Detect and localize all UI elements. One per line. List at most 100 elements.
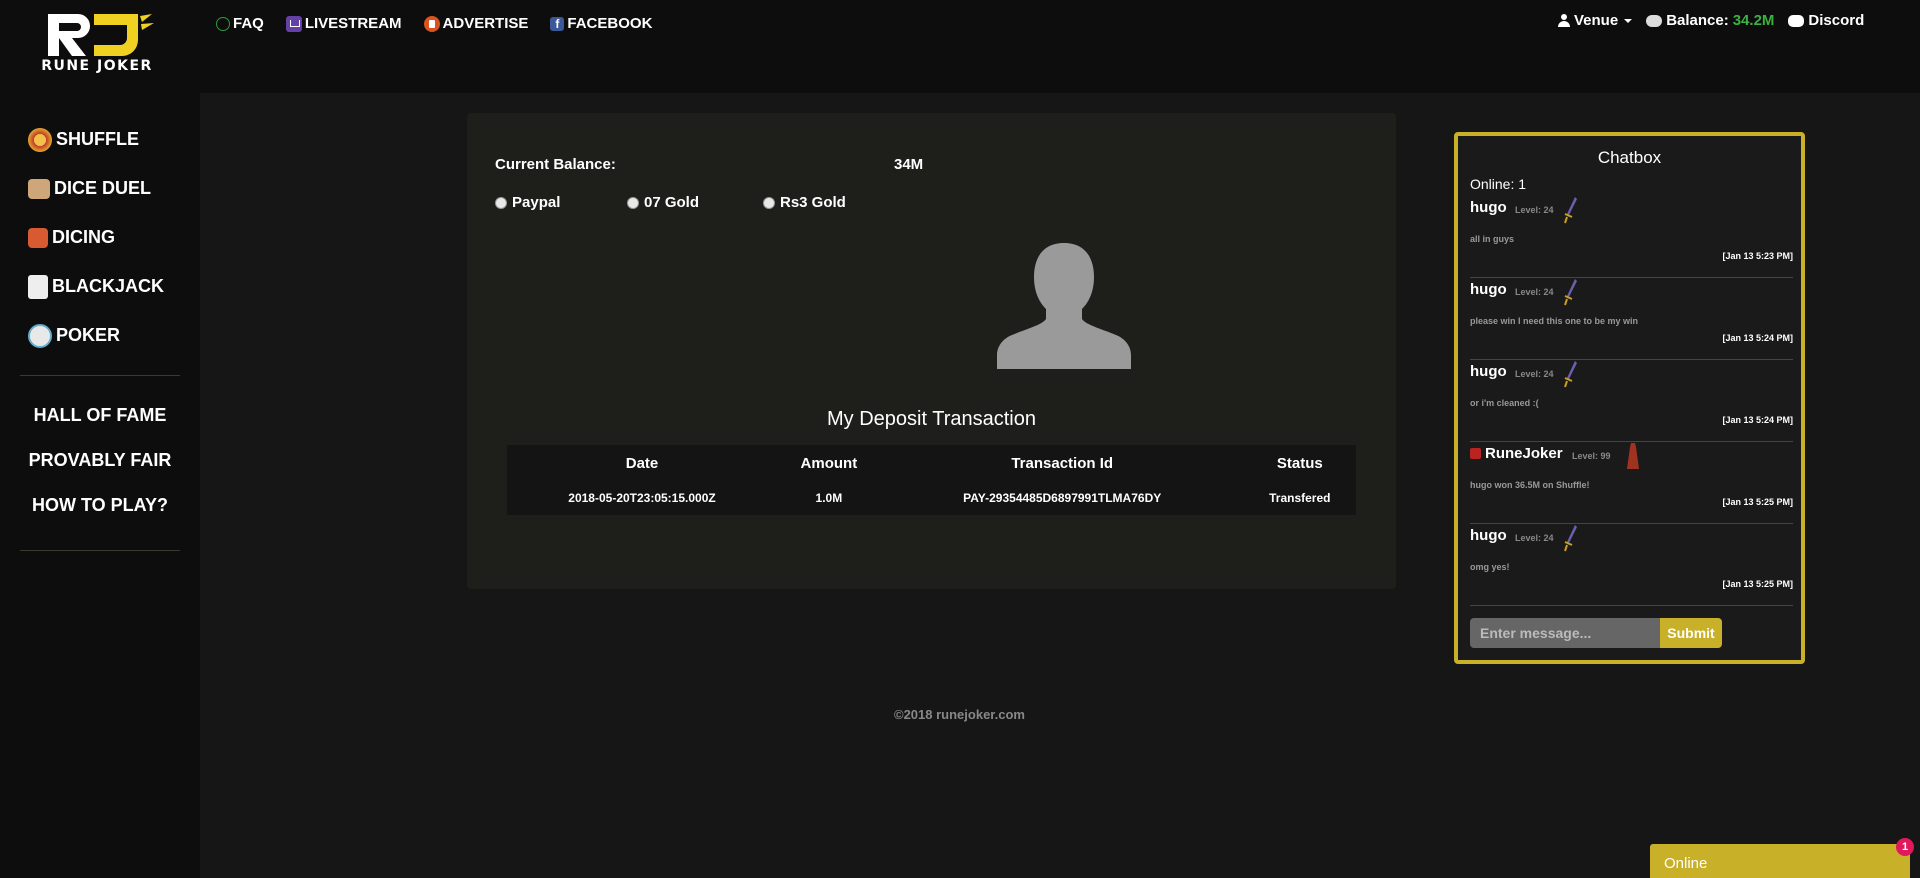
cell-amount: 1.0M <box>815 491 843 505</box>
discord-icon <box>1788 14 1805 27</box>
chat-submit-button[interactable]: Submit <box>1660 618 1722 648</box>
chat-username[interactable]: hugo <box>1470 527 1507 544</box>
cell-date: 2018-05-20T23:05:15.000Z <box>568 491 716 505</box>
chat-timestamp: [Jan 13 5:24 PM] <box>1722 415 1793 425</box>
logo-letters-graphic <box>48 14 154 56</box>
nav-livestream-label: LIVESTREAM <box>304 15 402 32</box>
current-balance-label: Current Balance: <box>495 156 616 173</box>
chat-message: hugo Level: 24 omg yes! [Jan 13 5:25 PM] <box>1470 524 1793 606</box>
payment-option-label: Rs3 Gold <box>780 194 846 211</box>
chat-username-admin[interactable]: RuneJoker <box>1470 445 1563 462</box>
sword-icon <box>1564 279 1577 306</box>
chat-user-level: Level: 99 <box>1572 451 1611 461</box>
sidebar-item-label: DICING <box>52 227 115 247</box>
rune-joker-logo[interactable]: RUNE JOKER <box>34 12 160 74</box>
column-header-transaction-id: Transaction Id <box>1011 454 1114 472</box>
roulette-wheel-icon <box>28 127 52 152</box>
radio-button[interactable] <box>627 196 639 209</box>
column-header-amount: Amount <box>800 454 858 472</box>
sidebar-item-dice-duel[interactable]: DICE DUEL <box>28 164 164 213</box>
dice-icon <box>28 227 48 248</box>
sidebar-link-how-to-play[interactable]: HOW TO PLAY? <box>0 483 200 528</box>
game-list: SHUFFLE DICE DUEL DICING BLACKJACK POKER <box>28 115 164 360</box>
payment-options: Paypal 07 Gold Rs3 Gold <box>495 194 895 214</box>
dice-hand-icon <box>28 178 50 199</box>
chat-user-level: Level: 24 <box>1515 205 1554 215</box>
sidebar-link-hall-of-fame[interactable]: HALL OF FAME <box>0 393 200 438</box>
sidebar-link-provably-fair[interactable]: PROVABLY FAIR <box>0 438 200 483</box>
sidebar-item-dicing[interactable]: DICING <box>28 213 164 262</box>
piggy-bank-icon <box>1646 14 1663 27</box>
nav-advertise[interactable]: ADVERTISE <box>423 15 528 32</box>
radio-button[interactable] <box>763 196 775 209</box>
payment-option-label: Paypal <box>512 194 561 211</box>
sword-icon <box>1564 361 1577 388</box>
chat-timestamp: [Jan 13 5:25 PM] <box>1722 579 1793 589</box>
chat-message: hugo Level: 24 all in guys [Jan 13 5:23 … <box>1470 196 1793 278</box>
chat-message-text: or i'm cleaned :( <box>1470 398 1539 408</box>
sidebar-item-poker[interactable]: POKER <box>28 311 164 360</box>
payment-option-rs3-gold[interactable]: Rs3 Gold <box>763 194 846 211</box>
user-menu-dropdown[interactable]: Venue <box>1558 12 1633 29</box>
chat-user-level: Level: 24 <box>1515 369 1554 379</box>
nav-facebook-label: FACEBOOK <box>567 15 653 32</box>
online-chat-widget[interactable]: Online <box>1650 844 1910 878</box>
cell-transaction-id: PAY-29354485D6897991TLMA76DY <box>963 491 1162 505</box>
rune-joker-admin-icon <box>1470 448 1481 459</box>
cape-icon <box>1627 443 1639 469</box>
chat-message-text: all in guys <box>1470 234 1515 244</box>
chat-message-input[interactable] <box>1470 618 1660 648</box>
column-header-date: Date <box>625 454 659 472</box>
online-widget-label: Online <box>1664 855 1708 872</box>
sidebar-divider <box>20 550 180 551</box>
radio-button[interactable] <box>495 196 507 209</box>
top-bar: RUNE JOKER FAQ LIVESTREAM ADVERTISE f FA… <box>0 0 1920 93</box>
sidebar-item-label: POKER <box>56 325 121 345</box>
nav-facebook[interactable]: f FACEBOOK <box>550 15 652 32</box>
chat-username[interactable]: hugo <box>1470 281 1507 298</box>
nav-faq-label: FAQ <box>233 15 264 32</box>
chat-message-text: hugo won 36.5M on Shuffle! <box>1470 480 1590 490</box>
payment-option-label: 07 Gold <box>644 194 700 211</box>
chatbox-title: Chatbox <box>1597 148 1662 167</box>
chat-username[interactable]: hugo <box>1470 199 1507 216</box>
chat-user-level: Level: 24 <box>1515 533 1554 543</box>
payment-option-paypal[interactable]: Paypal <box>495 194 560 211</box>
sidebar: SHUFFLE DICE DUEL DICING BLACKJACK POKER… <box>0 93 200 878</box>
username: Venue <box>1574 12 1619 29</box>
chat-user-level: Level: 24 <box>1515 287 1554 297</box>
discord-link[interactable]: Discord <box>1788 12 1864 29</box>
twitch-icon <box>285 15 302 32</box>
sidebar-item-blackjack[interactable]: BLACKJACK <box>28 262 164 311</box>
current-balance-value: 34M <box>894 156 924 173</box>
chevron-down-icon <box>1624 18 1633 23</box>
nav-livestream[interactable]: LIVESTREAM <box>285 15 402 32</box>
chat-message: hugo Level: 24 or i'm cleaned :( [Jan 13… <box>1470 360 1793 442</box>
chat-username: RuneJoker <box>1485 445 1563 462</box>
poker-chip-icon <box>28 323 52 348</box>
table-header-row: Date Amount Transaction Id Status <box>507 445 1356 481</box>
balance-label: Balance: <box>1666 12 1729 29</box>
nav-faq[interactable]: FAQ <box>216 15 264 32</box>
deposit-transactions-title: My Deposit Transaction <box>827 408 1036 430</box>
top-navigation: FAQ LIVESTREAM ADVERTISE f FACEBOOK <box>216 15 652 32</box>
balance-value: 34.2M <box>1732 12 1775 29</box>
sidebar-divider <box>20 375 180 376</box>
playing-cards-icon <box>28 274 48 299</box>
balance-display: Balance: 34.2M <box>1646 12 1774 29</box>
chat-username[interactable]: hugo <box>1470 363 1507 380</box>
chat-timestamp: [Jan 13 5:23 PM] <box>1722 251 1793 261</box>
brand-name: RUNE JOKER <box>41 58 153 74</box>
sidebar-item-shuffle[interactable]: SHUFFLE <box>28 115 164 164</box>
payment-option-07-gold[interactable]: 07 Gold <box>627 194 699 211</box>
facebook-icon: f <box>550 16 565 31</box>
discord-label: Discord <box>1808 12 1865 29</box>
sword-icon <box>1564 197 1577 224</box>
chat-timestamp: [Jan 13 5:25 PM] <box>1722 497 1793 507</box>
sidebar-item-label: SHUFFLE <box>56 129 139 149</box>
chat-message: RuneJoker Level: 99 hugo won 36.5M on Sh… <box>1470 442 1793 524</box>
avatar-placeholder-icon <box>997 243 1131 369</box>
online-count: Online: 1 <box>1470 176 1527 192</box>
chat-message: hugo Level: 24 please win I need this on… <box>1470 278 1793 360</box>
chat-message-text: omg yes! <box>1470 562 1510 572</box>
